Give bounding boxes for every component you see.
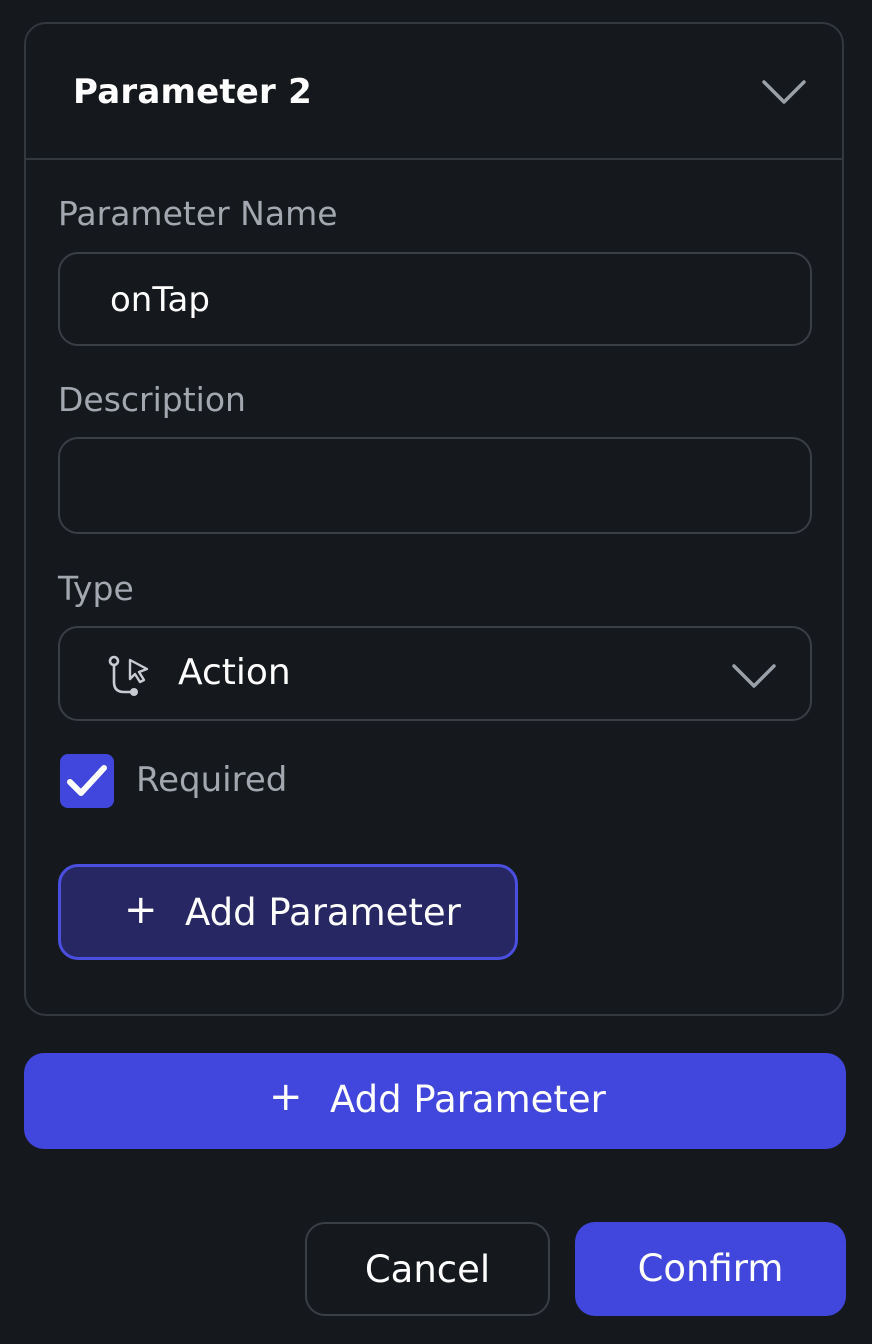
chevron-down-icon[interactable]	[730, 658, 778, 692]
parameter-card-header[interactable]: Parameter 2	[26, 24, 842, 160]
checkmark-icon	[67, 765, 107, 796]
add-parameter-label: Add Parameter	[330, 1078, 606, 1121]
description-field[interactable]	[58, 437, 812, 534]
parameter-name-label: Parameter Name	[58, 194, 338, 233]
confirm-button[interactable]: Confirm	[575, 1222, 846, 1316]
parameter-name-value: onTap	[110, 280, 210, 320]
add-parameter-inner-label: Add Parameter	[185, 891, 461, 934]
plus-icon: +	[124, 887, 158, 933]
confirm-label: Confirm	[637, 1247, 784, 1290]
cancel-label: Cancel	[364, 1248, 491, 1291]
type-dropdown[interactable]: Action	[58, 626, 812, 721]
required-checkbox[interactable]	[60, 754, 114, 808]
chevron-down-icon[interactable]	[760, 74, 808, 108]
add-parameter-button[interactable]: + Add Parameter	[24, 1053, 846, 1149]
parameter-title: Parameter 2	[73, 72, 312, 112]
type-value: Action	[178, 652, 291, 693]
parameter-card: Parameter 2 Parameter Name onTap Descrip…	[24, 22, 844, 1016]
add-parameter-inner-button[interactable]: + Add Parameter	[58, 864, 518, 960]
type-label: Type	[58, 569, 134, 608]
description-input[interactable]	[108, 459, 762, 513]
plus-icon: +	[269, 1074, 303, 1120]
parameter-name-field[interactable]: onTap	[58, 252, 812, 346]
cancel-button[interactable]: Cancel	[305, 1222, 550, 1316]
parameter-dialog: Parameter 2 Parameter Name onTap Descrip…	[0, 0, 872, 1344]
description-label: Description	[58, 380, 246, 419]
action-flow-icon	[108, 655, 149, 696]
required-label: Required	[136, 760, 288, 800]
